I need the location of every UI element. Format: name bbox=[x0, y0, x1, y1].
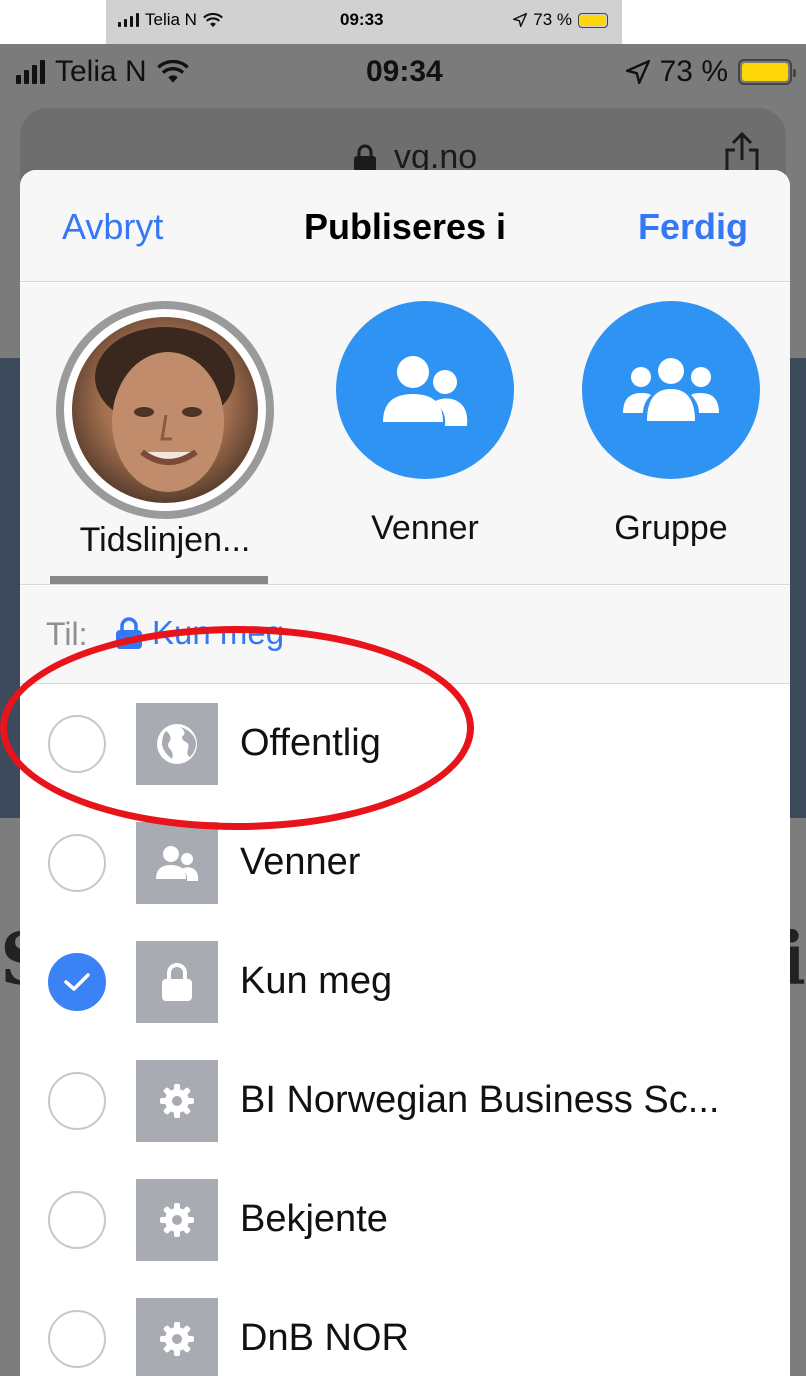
destination-picker: Tidslinjen... Venner Gruppe bbox=[20, 283, 790, 585]
clock: 09:34 bbox=[366, 55, 443, 88]
destination-label: Gruppe bbox=[614, 509, 728, 547]
current-audience[interactable]: Kun meg bbox=[114, 614, 284, 652]
audience-option-friends[interactable]: Venner bbox=[20, 804, 790, 922]
gear-icon bbox=[136, 1179, 218, 1261]
mini-wifi-icon bbox=[203, 12, 223, 27]
destination-group[interactable]: Gruppe bbox=[556, 301, 786, 548]
mini-signal-icon bbox=[118, 13, 139, 27]
timeline-avatar-ring bbox=[56, 301, 274, 519]
mini-carrier: Telia N bbox=[118, 10, 223, 30]
status-bar: Telia N 09:34 73 % bbox=[0, 44, 806, 100]
lock-icon bbox=[116, 617, 142, 649]
mini-location-icon bbox=[513, 13, 528, 27]
radio-button[interactable] bbox=[48, 1310, 106, 1368]
battery-status: 73 % bbox=[625, 55, 796, 89]
audience-option-public[interactable]: Offentlig bbox=[20, 685, 790, 803]
lock-icon bbox=[136, 941, 218, 1023]
radio-button-checked[interactable] bbox=[48, 953, 106, 1011]
done-button[interactable]: Ferdig bbox=[638, 206, 748, 248]
audience-option-list-acquaintances[interactable]: Bekjente bbox=[20, 1161, 790, 1279]
globe-icon bbox=[136, 703, 218, 785]
mini-carrier-label: Telia N bbox=[145, 10, 197, 29]
audience-sheet: Avbryt Publiseres i Ferdig Tidslinjen... bbox=[20, 170, 790, 1376]
audience-summary-row: Til: Kun meg bbox=[20, 586, 790, 684]
friends-circle bbox=[336, 301, 514, 479]
radio-button[interactable] bbox=[48, 1072, 106, 1130]
radio-button[interactable] bbox=[48, 715, 106, 773]
group-circle bbox=[582, 301, 760, 479]
mini-battery: 73 % bbox=[513, 10, 608, 30]
destination-label: Tidslinjen... bbox=[79, 521, 251, 559]
destination-friends[interactable]: Venner bbox=[310, 301, 540, 548]
gear-icon bbox=[136, 1298, 218, 1376]
radio-button[interactable] bbox=[48, 834, 106, 892]
audience-option-list-dnb[interactable]: DnB NOR bbox=[20, 1280, 790, 1376]
group-icon bbox=[623, 358, 719, 421]
location-icon bbox=[625, 60, 650, 84]
radio-button[interactable] bbox=[48, 1191, 106, 1249]
to-label: Til: bbox=[46, 616, 88, 652]
friends-icon bbox=[383, 356, 468, 426]
option-label: DnB NOR bbox=[240, 1317, 409, 1359]
selected-destination-indicator bbox=[50, 576, 268, 584]
destination-timeline[interactable]: Tidslinjen... bbox=[50, 301, 280, 560]
avatar bbox=[72, 317, 258, 503]
audience-option-only-me[interactable]: Kun meg bbox=[20, 923, 790, 1041]
option-label: Offentlig bbox=[240, 722, 381, 764]
checkmark-icon bbox=[64, 973, 90, 991]
friends-icon bbox=[136, 822, 218, 904]
lock-icon bbox=[354, 144, 376, 172]
mini-battery-label: 73 % bbox=[533, 10, 572, 29]
signal-icon bbox=[16, 60, 45, 84]
destination-label: Venner bbox=[371, 509, 479, 547]
battery-label: 73 % bbox=[659, 55, 728, 88]
profile-photo bbox=[95, 327, 235, 492]
option-label: Venner bbox=[240, 841, 361, 883]
gear-icon bbox=[136, 1060, 218, 1142]
wifi-icon bbox=[156, 60, 189, 83]
audience-option-list-bi[interactable]: BI Norwegian Business Sc... bbox=[20, 1042, 790, 1160]
sheet-header: Avbryt Publiseres i Ferdig bbox=[20, 170, 790, 282]
carrier: Telia N bbox=[16, 55, 189, 89]
option-label: Kun meg bbox=[240, 960, 393, 1002]
option-label: BI Norwegian Business Sc... bbox=[240, 1079, 720, 1121]
current-audience-label: Kun meg bbox=[152, 614, 285, 651]
battery-icon bbox=[738, 59, 796, 85]
mini-battery-icon bbox=[578, 12, 608, 28]
mini-time: 09:33 bbox=[340, 10, 384, 29]
carrier-label: Telia N bbox=[55, 55, 147, 88]
option-label: Bekjente bbox=[240, 1198, 388, 1240]
mini-status-bar: Telia N 09:33 73 % bbox=[106, 0, 622, 44]
